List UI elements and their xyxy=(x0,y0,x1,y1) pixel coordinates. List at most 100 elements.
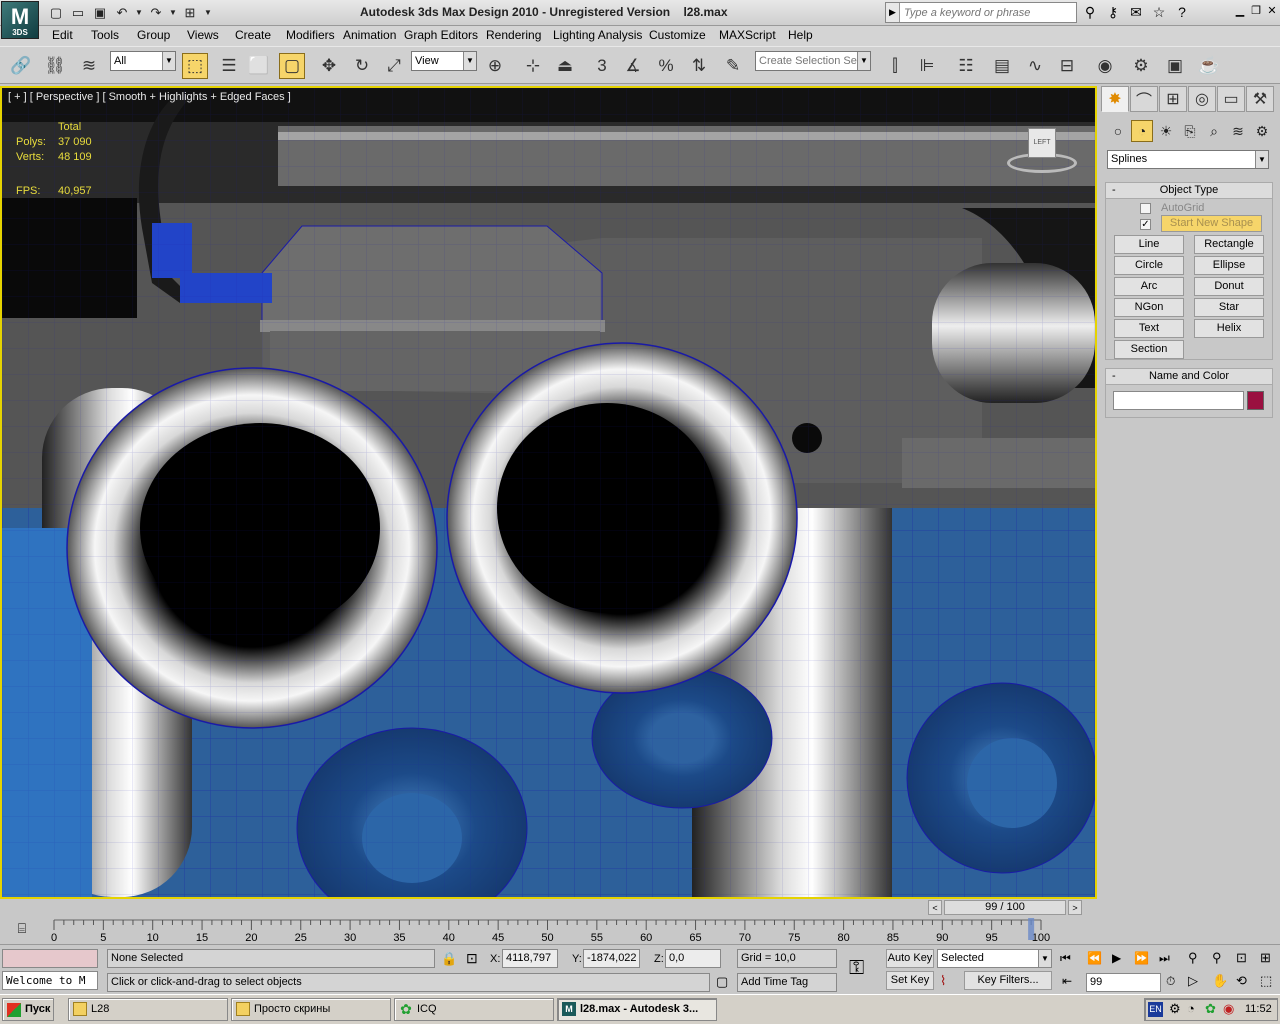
selection-filter-dropdown[interactable]: All ▼ xyxy=(110,51,176,71)
circle-button[interactable]: Circle xyxy=(1114,256,1184,275)
schematic-view-icon[interactable]: ⊟ xyxy=(1054,53,1080,79)
key-mode-toggle-icon[interactable]: ⇤ xyxy=(1062,974,1072,988)
field-of-view-icon[interactable]: ▷ xyxy=(1188,973,1198,989)
menu-create[interactable]: Create xyxy=(235,28,271,42)
minimize-icon[interactable]: ▁ xyxy=(1232,4,1248,19)
communication-icon[interactable]: ✉ xyxy=(1126,2,1146,22)
set-key-button[interactable]: Set Key xyxy=(886,971,934,990)
tray-icq-icon[interactable]: ✿ xyxy=(1205,1001,1216,1017)
spinner-snap-icon[interactable]: ⇅ xyxy=(686,53,712,79)
key-filters-button[interactable]: Key Filters... xyxy=(964,971,1052,990)
maxscript-output[interactable]: Welcome to M xyxy=(2,971,98,990)
perspective-viewport[interactable]: [ + ] [ Perspective ] [ Smooth + Highlig… xyxy=(0,86,1097,899)
render-production-icon[interactable]: ☕ xyxy=(1196,53,1222,79)
material-editor-icon[interactable]: ◉ xyxy=(1092,53,1118,79)
search-collapse-icon[interactable]: ▶ xyxy=(886,3,900,22)
line-button[interactable]: Line xyxy=(1114,235,1184,254)
zoom-icon[interactable]: ⚲ xyxy=(1188,950,1198,966)
task-3dsmax[interactable]: Ml28.max - Autodesk 3... xyxy=(557,998,717,1021)
viewcube[interactable]: LEFT xyxy=(1007,123,1077,173)
geometry-icon[interactable]: ○ xyxy=(1107,120,1129,142)
start-new-shape-button[interactable]: Start New Shape xyxy=(1161,215,1262,232)
task-l28[interactable]: L28 xyxy=(68,998,228,1021)
object-name-input[interactable] xyxy=(1113,391,1244,410)
modify-tab-icon[interactable]: ⌒ xyxy=(1130,86,1158,112)
zoom-all-icon[interactable]: ⚲ xyxy=(1212,950,1222,966)
prev-frame-arrow-icon[interactable]: < xyxy=(928,900,942,915)
bind-space-warp-icon[interactable]: ≋ xyxy=(76,53,102,79)
align-icon[interactable]: ⊫ xyxy=(914,53,940,79)
menu-customize[interactable]: Customize xyxy=(649,28,706,42)
utilities-tab-icon[interactable]: ⚒ xyxy=(1246,86,1274,112)
display-tab-icon[interactable]: ▭ xyxy=(1217,86,1245,112)
ngon-button[interactable]: NGon xyxy=(1114,298,1184,317)
viewcube-face-label[interactable]: LEFT xyxy=(1028,128,1056,158)
menu-graph-editors[interactable]: Graph Editors xyxy=(404,28,478,42)
redo-dropdown-icon[interactable]: ▼ xyxy=(168,3,178,22)
menu-group[interactable]: Group xyxy=(137,28,170,42)
select-rotate-icon[interactable]: ↻ xyxy=(349,53,375,79)
tray-opera-icon[interactable]: ◉ xyxy=(1223,1001,1234,1017)
add-time-tag-button[interactable]: Add Time Tag xyxy=(737,973,837,992)
viewport-label[interactable]: [ + ] [ Perspective ] [ Smooth + Highlig… xyxy=(8,91,291,103)
pan-view-icon[interactable]: ✋ xyxy=(1212,973,1228,989)
open-file-icon[interactable]: ▭ xyxy=(68,3,88,22)
create-tab-icon[interactable]: ✸ xyxy=(1101,86,1129,112)
menu-lighting-analysis[interactable]: Lighting Analysis xyxy=(553,28,642,42)
redo-icon[interactable]: ↷ xyxy=(146,3,166,22)
menu-help[interactable]: Help xyxy=(788,28,813,42)
autogrid-checkbox[interactable] xyxy=(1140,203,1151,214)
absolute-mode-transform-icon[interactable]: ⊡ xyxy=(466,950,478,967)
select-manipulate-icon[interactable]: ⊹ xyxy=(520,53,546,79)
task-prosto-skriny[interactable]: Просто скрины xyxy=(231,998,391,1021)
section-button[interactable]: Section xyxy=(1114,340,1184,359)
maxscript-listener-input[interactable] xyxy=(2,949,98,968)
helpers-icon[interactable]: ⌕ xyxy=(1203,120,1225,142)
select-scale-icon[interactable]: ⤢ xyxy=(381,53,407,79)
percent-snap-icon[interactable]: % xyxy=(653,53,679,79)
binoculars-icon[interactable]: ⚲ xyxy=(1080,2,1100,22)
layer-manager-icon[interactable]: ☷ xyxy=(953,53,979,79)
pivot-center-icon[interactable]: ⊕ xyxy=(482,53,508,79)
language-indicator[interactable]: EN xyxy=(1148,1002,1163,1017)
x-coordinate-field[interactable]: 4118,797 xyxy=(502,949,558,968)
next-frame-arrow-icon[interactable]: > xyxy=(1068,900,1082,915)
zoom-extents-all-icon[interactable]: ⊞ xyxy=(1260,950,1271,966)
track-bar[interactable]: ⌸ 0 5 10 15 20 25 30 35 40 45 50 55 60 65 70 75 80 85 90 95… xyxy=(0,917,1100,944)
time-tag-icon[interactable]: ▢ xyxy=(716,974,728,990)
render-setup-icon[interactable]: ⚙ xyxy=(1128,53,1154,79)
star-button[interactable]: Star xyxy=(1194,298,1264,317)
project-folder-icon[interactable]: ⊞ xyxy=(180,3,200,22)
object-category-dropdown[interactable]: Splines ▼ xyxy=(1107,150,1269,169)
previous-frame-icon[interactable]: ⏪ xyxy=(1087,951,1102,965)
undo-icon[interactable]: ↶ xyxy=(112,3,132,22)
text-button[interactable]: Text xyxy=(1114,319,1184,338)
snaps-toggle-icon[interactable]: 3 xyxy=(589,53,615,79)
current-frame-field[interactable]: 99 xyxy=(1086,973,1161,992)
orbit-icon[interactable]: ⟲ xyxy=(1236,973,1247,989)
link-icon[interactable]: 🔗 xyxy=(8,53,34,79)
shapes-icon[interactable]: ◔ xyxy=(1131,120,1153,142)
menu-tools[interactable]: Tools xyxy=(91,28,119,42)
menu-modifiers[interactable]: Modifiers xyxy=(286,28,335,42)
named-selection-set-dropdown[interactable]: Create Selection Se ▼ xyxy=(755,51,871,71)
default-tangents-icon[interactable]: ⌇ xyxy=(940,973,946,989)
search-input[interactable] xyxy=(900,6,1070,19)
object-type-title[interactable]: Object Type xyxy=(1106,183,1272,199)
subscription-icon[interactable]: ⚷ xyxy=(1103,2,1123,22)
menu-animation[interactable]: Animation xyxy=(343,28,396,42)
maximize-viewport-icon[interactable]: ⬚ xyxy=(1260,973,1272,989)
object-color-swatch[interactable] xyxy=(1247,391,1264,410)
zoom-extents-icon[interactable]: ⊡ xyxy=(1236,950,1247,966)
play-icon[interactable]: ▶ xyxy=(1112,951,1121,965)
current-frame-marker[interactable] xyxy=(1028,918,1035,940)
curve-editor-icon[interactable]: ∿ xyxy=(1022,53,1048,79)
ellipse-button[interactable]: Ellipse xyxy=(1194,256,1264,275)
menu-maxscript[interactable]: MAXScript xyxy=(719,28,776,42)
rendered-frame-window-icon[interactable]: ▣ xyxy=(1162,53,1188,79)
tray-network-icon[interactable]: ⚙ xyxy=(1169,1001,1181,1017)
keyboard-shortcut-override-icon[interactable]: ⏏ xyxy=(552,53,578,79)
unlink-icon[interactable]: ⛓ xyxy=(42,53,68,79)
space-warps-icon[interactable]: ≋ xyxy=(1227,120,1249,142)
rectangle-button[interactable]: Rectangle xyxy=(1194,235,1264,254)
